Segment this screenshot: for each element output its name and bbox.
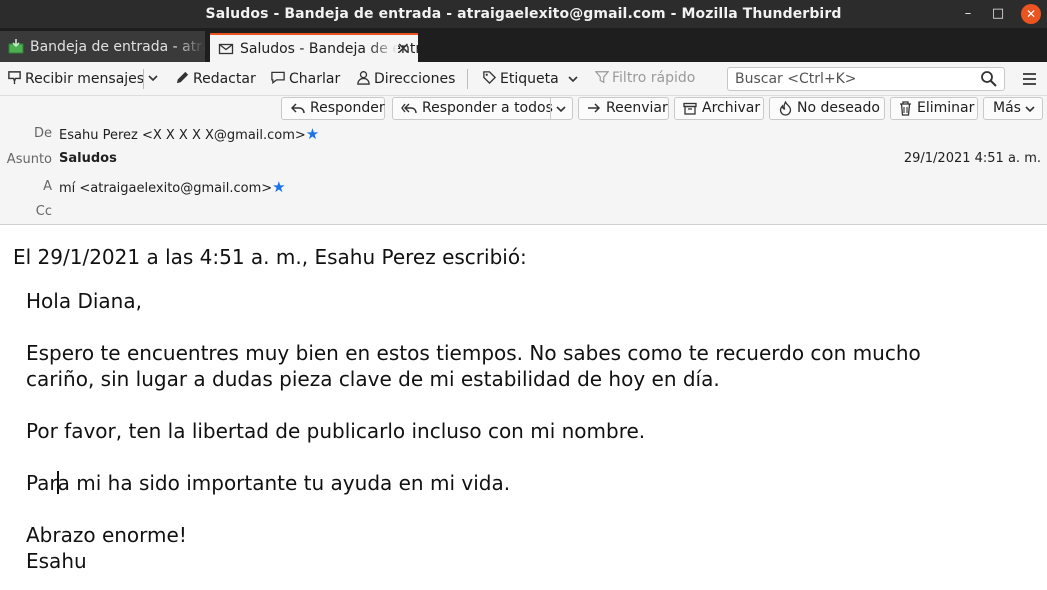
get-messages-button[interactable]: Recibir mensajes [7,70,144,87]
search-icon[interactable] [980,70,998,88]
cc-label: Cc [35,204,52,219]
text-before-caret: Par [26,471,58,495]
reply-label: Responder [310,100,385,116]
forward-button[interactable]: Reenviar [578,97,669,120]
signature-line: Esahu [26,549,87,573]
trash-icon [900,101,911,116]
archive-icon [683,102,697,115]
reply-all-label: Responder a todos [422,100,553,116]
main-toolbar: Recibir mensajes Redactar Charlar Direcc… [0,62,1047,96]
tag-label: Etiqueta [500,71,559,87]
reply-icon [291,103,305,114]
message-date: 29/1/2021 4:51 a. m. [903,151,1041,166]
closing-line: Abrazo enorme! [26,523,187,547]
download-icon [8,71,21,85]
text-after-caret: a mi ha sido importante tu ayuda en mi v… [57,471,511,495]
from-label: De [33,126,52,141]
body-line: Por favor, ten la libertad de publicarlo… [26,419,646,443]
chat-button[interactable]: Charlar [270,70,340,87]
envelope-icon [218,41,234,61]
filter-icon [594,71,610,84]
from-field[interactable]: Esahu Perez <X X X X X@gmail.com>★ [59,125,319,143]
write-label: Redactar [193,71,256,87]
chat-label: Charlar [289,71,341,87]
tag-button[interactable]: Etiqueta [482,70,582,87]
search-box [727,67,1005,91]
archive-label: Archivar [702,100,761,116]
close-tab-button[interactable]: ✕ [397,39,410,58]
quick-filter-button[interactable]: Filtro rápido [594,70,696,86]
message-body[interactable]: El 29/1/2021 a las 4:51 a. m., Esahu Per… [0,225,1047,590]
star-icon[interactable]: ★ [306,125,319,143]
quoted-message: Hola Diana, Espero te encuentres muy bie… [26,288,921,574]
tab-inbox[interactable]: Bandeja de entrada - atraigaelexito@gmai… [0,31,205,62]
subject-value: Saludos [59,151,117,166]
message-header: Responder Responder a todos Reenviar Arc… [0,96,1047,225]
tab-message[interactable]: Saludos - Bandeja de entrada ✕ [210,33,418,64]
address-book-label: Direcciones [374,71,456,87]
quick-filter-label: Filtro rápido [612,70,696,86]
more-label: Más [993,100,1021,116]
chat-icon [271,71,285,84]
window-title: Saludos - Bandeja de entrada - atraigael… [205,6,842,22]
star-icon[interactable]: ★ [272,178,285,196]
forward-label: Reenviar [606,100,668,116]
reply-all-icon [401,103,417,114]
inbox-icon [8,38,24,54]
minimize-button[interactable]: – [958,4,978,24]
from-value: Esahu Perez <X X X X X@gmail.com> [59,128,306,143]
fire-icon [779,101,792,116]
get-messages-dropdown[interactable] [147,70,162,86]
junk-label: No deseado [797,100,880,116]
app-menu-icon[interactable] [1022,71,1037,90]
chevron-down-icon[interactable] [555,103,567,115]
write-button[interactable]: Redactar [175,70,256,87]
tag-icon [483,71,497,85]
body-line: cariño, sin lugar a dudas pieza clave de… [26,367,720,391]
to-value: mí <atraigaelexito@gmail.com> [59,181,273,196]
archive-button[interactable]: Archivar [674,97,764,120]
search-input[interactable] [733,70,977,88]
delete-label: Eliminar [917,100,975,116]
delete-button[interactable]: Eliminar [890,97,978,120]
address-book-button[interactable]: Direcciones [356,70,455,87]
quote-citation: El 29/1/2021 a las 4:51 a. m., Esahu Per… [13,245,527,269]
close-window-button[interactable]: ✕ [1021,4,1041,24]
to-label: A [43,179,52,194]
chevron-down-icon [1025,106,1035,113]
junk-button[interactable]: No deseado [769,97,885,120]
reply-button[interactable]: Responder [281,97,385,120]
tab-bar: Bandeja de entrada - atraigaelexito@gmai… [0,28,1047,62]
greeting-line: Hola Diana, [26,289,142,313]
chevron-down-icon [568,76,578,83]
window-titlebar: Saludos - Bandeja de entrada - atraigael… [0,0,1047,28]
body-line: Para mi ha sido importante tu ayuda en m… [26,470,921,496]
to-field[interactable]: mí <atraigaelexito@gmail.com>★ [59,178,286,196]
forward-icon [588,103,601,113]
pencil-icon [176,71,189,84]
chevron-down-icon [148,75,158,82]
more-button[interactable]: Más [983,97,1043,120]
maximize-button[interactable]: □ [988,4,1008,24]
subject-label: Asunto [6,152,52,167]
body-line: Espero te encuentres muy bien en estos t… [26,341,921,365]
contacts-icon [357,71,370,85]
reply-all-button[interactable]: Responder a todos [392,97,573,120]
get-messages-label: Recibir mensajes [25,71,145,87]
